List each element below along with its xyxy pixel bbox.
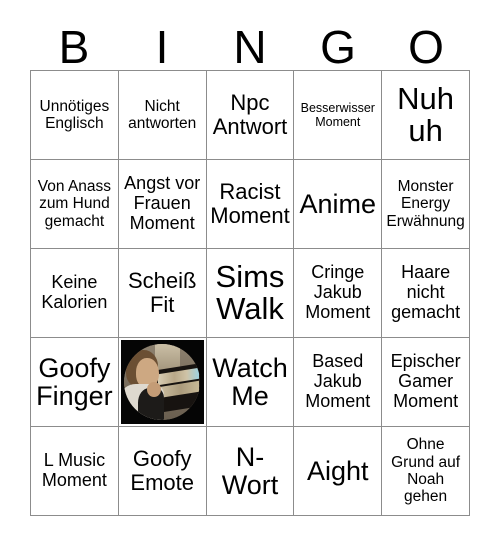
bingo-cell-label: Anime xyxy=(299,188,377,219)
bingo-cell-label: Racist Moment xyxy=(210,179,290,228)
bingo-cell-label: Epischer Gamer Moment xyxy=(390,351,461,411)
bingo-cell[interactable]: Goofy Finger xyxy=(31,338,119,427)
bingo-header-row: B I N GO xyxy=(30,16,470,70)
bingo-cell[interactable]: Npc Antwort xyxy=(206,71,295,160)
bingo-grid: Unnötiges Englisch Nicht antworten Npc Ant… xyxy=(30,70,470,516)
bingo-cell-label: Nicht antworten xyxy=(128,97,197,132)
bingo-cell-label: Von Anass zum Hund gemacht xyxy=(37,177,112,230)
bingo-header-letter-n: N xyxy=(233,21,267,73)
bingo-cell-label: Angst vor Frauen Moment xyxy=(124,173,201,233)
bingo-cell-image[interactable] xyxy=(118,338,207,427)
bingo-cell-label: Nuh uh xyxy=(397,80,455,148)
bingo-cell-label: Aight xyxy=(307,455,369,486)
bingo-cell-label: Goofy Emote xyxy=(130,446,194,495)
bingo-cell-label: Besserwisser Moment xyxy=(300,101,375,129)
bingo-cell[interactable]: Scheiß Fit xyxy=(118,249,207,338)
bingo-cell[interactable]: Cringe Jakub Moment xyxy=(294,249,383,338)
bingo-cell[interactable]: Unnötiges Englisch xyxy=(31,71,119,160)
bingo-cell[interactable]: Ohne Grund auf Noah gehen xyxy=(382,427,470,516)
bingo-cell-label: Monster Energy Erwähnung xyxy=(386,177,465,230)
bingo-cell-label: Ohne Grund auf Noah gehen xyxy=(391,436,461,506)
bingo-header-letter-o: O xyxy=(408,21,444,73)
bingo-cell[interactable]: Angst vor Frauen Moment xyxy=(118,160,207,249)
bingo-card: B I N GO Unnötiges Englisch Nicht antworten N… xyxy=(0,0,500,544)
bingo-cell[interactable]: L Music Moment xyxy=(31,427,119,516)
bingo-header-letter-b: B xyxy=(58,21,90,73)
bingo-cell-label: L Music Moment xyxy=(41,450,107,490)
bingo-cell-label: N- Wort xyxy=(221,441,279,500)
bingo-cell[interactable]: Watch Me xyxy=(206,338,295,427)
bingo-cell-label: Cringe Jakub Moment xyxy=(305,262,371,322)
person-at-display-case-photo xyxy=(124,344,201,420)
bingo-cell-label: Haare nicht gemacht xyxy=(391,262,461,322)
bingo-cell[interactable]: Anime xyxy=(294,160,383,249)
bingo-cell[interactable]: Monster Energy Erwähnung xyxy=(382,160,470,249)
bingo-cell[interactable]: Besserwisser Moment xyxy=(294,71,383,160)
bingo-cell-label: Based Jakub Moment xyxy=(305,351,371,411)
bingo-cell-label: Watch Me xyxy=(212,352,288,411)
bingo-cell[interactable]: Aight xyxy=(294,427,383,516)
bingo-cell[interactable]: Epischer Gamer Moment xyxy=(382,338,470,427)
bingo-header-letter-i: I xyxy=(155,21,169,73)
bingo-cell-label: Unnötiges Englisch xyxy=(39,97,110,132)
bingo-cell[interactable]: N- Wort xyxy=(206,427,295,516)
bingo-cell[interactable]: Sims Walk xyxy=(206,249,295,338)
bingo-cell[interactable]: Haare nicht gemacht xyxy=(382,249,470,338)
bingo-cell[interactable]: Goofy Emote xyxy=(118,427,207,516)
bingo-cell-label: Scheiß Fit xyxy=(127,268,197,317)
bingo-cell-label: Sims Walk xyxy=(215,258,285,326)
bingo-cell[interactable]: Based Jakub Moment xyxy=(294,338,383,427)
bingo-cell-label: Keine Kalorien xyxy=(41,272,108,312)
bingo-cell[interactable]: Nuh uh xyxy=(382,71,470,160)
bingo-header-letter-g: G xyxy=(320,21,356,73)
bingo-cell[interactable]: Nicht antworten xyxy=(118,71,207,160)
bingo-cell[interactable]: Keine Kalorien xyxy=(31,249,119,338)
bingo-cell[interactable]: Von Anass zum Hund gemacht xyxy=(31,160,119,249)
bingo-cell-label: Goofy Finger xyxy=(36,352,113,411)
photo-backdrop xyxy=(120,340,204,424)
bingo-cell-label: Npc Antwort xyxy=(212,90,288,139)
bingo-cell[interactable]: Racist Moment xyxy=(206,160,295,249)
